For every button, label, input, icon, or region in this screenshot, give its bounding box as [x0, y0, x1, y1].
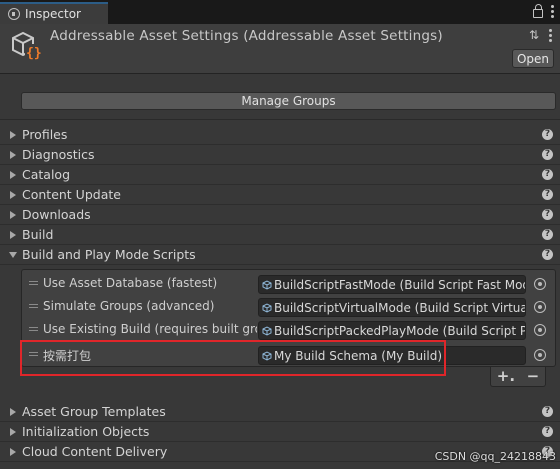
- help-icon[interactable]: ?: [542, 209, 553, 220]
- drag-handle-icon[interactable]: [29, 352, 38, 356]
- list-item[interactable]: Use Existing Build (requires built group…: [22, 319, 555, 341]
- help-icon[interactable]: ?: [542, 169, 553, 180]
- foldout-label: Content Update: [22, 187, 121, 202]
- object-picker-icon[interactable]: [534, 278, 546, 290]
- chevron-right-icon: [10, 230, 16, 239]
- chevron-right-icon: [10, 170, 16, 179]
- svg-text:{}: {}: [26, 46, 42, 61]
- asset-title: Addressable Asset Settings (Addressable …: [50, 28, 443, 44]
- object-field[interactable]: BuildScriptPackedPlayMode (Build Script …: [258, 321, 526, 340]
- tab-bar: Inspector: [0, 0, 560, 24]
- object-picker-icon[interactable]: [534, 324, 546, 336]
- chevron-right-icon: [10, 150, 16, 159]
- object-field-value: BuildScriptVirtualMode (Build Script Vir…: [274, 300, 525, 315]
- help-icon[interactable]: ?: [542, 406, 553, 417]
- divider: [0, 119, 560, 120]
- foldout-label: Profiles: [22, 127, 68, 142]
- manage-groups-button[interactable]: Manage Groups: [21, 92, 556, 110]
- chevron-right-icon: [10, 447, 16, 456]
- scriptable-object-icon: [262, 302, 272, 313]
- foldout-build-and-play-mode-scripts[interactable]: Build and Play Mode Scripts ?: [0, 245, 560, 265]
- object-field-value: BuildScriptFastMode (Build Script Fast M…: [274, 277, 526, 292]
- chevron-right-icon: [10, 407, 16, 416]
- kebab-menu-icon[interactable]: [551, 4, 554, 18]
- watermark: CSDN @qq_24218843: [434, 450, 556, 463]
- help-icon[interactable]: ?: [542, 149, 553, 160]
- foldout-content-update[interactable]: Content Update ?: [0, 185, 560, 205]
- foldout-asset-group-templates[interactable]: Asset Group Templates ?: [0, 402, 560, 422]
- object-field[interactable]: My Build Schema (My Build): [258, 346, 526, 365]
- list-item-label: Use Asset Database (fastest): [43, 276, 218, 290]
- scriptable-object-icon: [262, 325, 272, 336]
- chevron-right-icon: [10, 210, 16, 219]
- foldout-label: Build: [22, 227, 54, 242]
- list-item[interactable]: 按需打包 My Build Schema (My Build): [22, 344, 555, 366]
- help-icon[interactable]: ?: [542, 229, 553, 240]
- help-icon[interactable]: ?: [542, 249, 553, 260]
- list-item-label: Simulate Groups (advanced): [43, 299, 215, 313]
- header-kebab-icon[interactable]: [549, 28, 552, 42]
- foldout-label: Diagnostics: [22, 147, 95, 162]
- list-footer: +. −: [490, 367, 546, 387]
- tab-inspector[interactable]: Inspector: [0, 2, 108, 24]
- add-item-button[interactable]: +.: [497, 369, 515, 384]
- chevron-right-icon: [10, 130, 16, 139]
- foldout-label: Initialization Objects: [22, 424, 150, 439]
- tab-bar-controls: [533, 4, 554, 18]
- presets-icon[interactable]: ⇅: [529, 28, 539, 42]
- foldout-label: Cloud Content Delivery: [22, 444, 168, 459]
- list-item[interactable]: Simulate Groups (advanced) BuildScriptVi…: [22, 296, 555, 318]
- drag-handle-icon[interactable]: [29, 327, 38, 331]
- scriptable-object-icon: [262, 279, 272, 290]
- list-item[interactable]: Use Asset Database (fastest) BuildScript…: [22, 273, 555, 295]
- foldout-profiles[interactable]: Profiles ?: [0, 125, 560, 145]
- help-icon[interactable]: ?: [542, 189, 553, 200]
- info-icon: [8, 8, 20, 20]
- foldout-build[interactable]: Build ?: [0, 225, 560, 245]
- chevron-down-icon: [9, 251, 17, 258]
- remove-item-button[interactable]: −: [527, 369, 540, 384]
- scriptable-object-icon: [262, 350, 272, 361]
- chevron-right-icon: [10, 190, 16, 199]
- foldout-label: Build and Play Mode Scripts: [22, 247, 196, 262]
- list-item-label: Use Existing Build (requires built group…: [43, 322, 257, 336]
- foldout-downloads[interactable]: Downloads ?: [0, 205, 560, 225]
- chevron-right-icon: [10, 427, 16, 436]
- foldout-label: Downloads: [22, 207, 91, 222]
- help-icon[interactable]: ?: [542, 426, 553, 437]
- foldout-diagnostics[interactable]: Diagnostics ?: [0, 145, 560, 165]
- object-field-value: My Build Schema (My Build): [274, 348, 443, 363]
- tab-label: Inspector: [25, 7, 81, 21]
- list-item-label: 按需打包: [43, 349, 92, 363]
- open-button[interactable]: Open: [512, 49, 554, 68]
- header-controls: ⇅: [529, 28, 552, 42]
- addressable-settings-icon: {}: [12, 31, 42, 61]
- foldout-label: Asset Group Templates: [22, 404, 166, 419]
- object-field[interactable]: BuildScriptFastMode (Build Script Fast M…: [258, 275, 526, 294]
- foldout-initialization-objects[interactable]: Initialization Objects ?: [0, 422, 560, 442]
- foldout-label: Catalog: [22, 167, 71, 182]
- object-picker-icon[interactable]: [534, 301, 546, 313]
- object-field-value: BuildScriptPackedPlayMode (Build Script …: [274, 323, 526, 338]
- object-picker-icon[interactable]: [534, 349, 546, 361]
- object-field[interactable]: BuildScriptVirtualMode (Build Script Vir…: [258, 298, 526, 317]
- lock-icon[interactable]: [533, 4, 543, 18]
- drag-handle-icon[interactable]: [29, 304, 38, 308]
- build-scripts-list: Use Asset Database (fastest) BuildScript…: [21, 269, 556, 367]
- asset-header: {} Addressable Asset Settings (Addressab…: [0, 24, 560, 74]
- drag-handle-icon[interactable]: [29, 281, 38, 285]
- help-icon[interactable]: ?: [542, 129, 553, 140]
- foldout-catalog[interactable]: Catalog ?: [0, 165, 560, 185]
